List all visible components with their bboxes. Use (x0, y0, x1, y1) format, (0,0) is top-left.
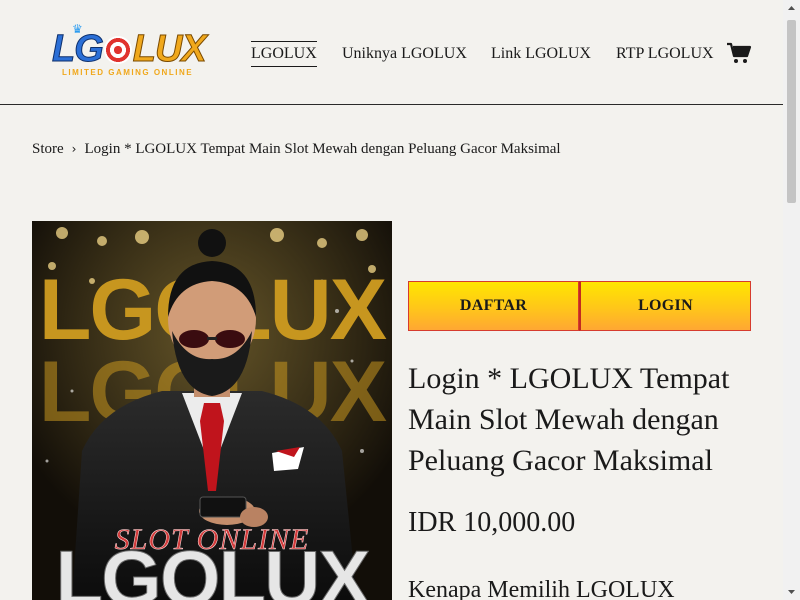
scroll-down-arrow-icon[interactable] (783, 583, 800, 600)
cart-icon[interactable] (726, 42, 752, 64)
product-title: Login * LGOLUX Tempat Main Slot Mewah de… (408, 362, 730, 477)
breadcrumb: Store › Login * LGOLUX Tempat Main Slot Me… (32, 140, 561, 158)
nav-item-lgolux[interactable]: LGOLUX (251, 41, 317, 67)
daftar-button[interactable]: DAFTAR (408, 281, 579, 331)
image-bottom-text: LGOLUX (55, 534, 371, 600)
target-icon (103, 36, 132, 64)
nav-item-uniknya[interactable]: Uniknya LGOLUX (342, 44, 467, 64)
page: ♛ LG LUX LIMITED GAMING ONLINE LGOLUX Uni… (0, 0, 800, 600)
login-button[interactable]: LOGIN (579, 281, 751, 331)
product-price: IDR 10,000.00 (408, 507, 576, 538)
scrollbar-thumb[interactable] (787, 20, 796, 203)
breadcrumb-store-link[interactable]: Store (32, 141, 64, 157)
nav-item-rtp[interactable]: RTP LGOLUX (616, 44, 714, 64)
breadcrumb-current: Login * LGOLUX Tempat Main Slot Mewah de… (84, 141, 561, 157)
site-logo[interactable]: ♛ LG LUX LIMITED GAMING ONLINE (50, 22, 210, 82)
site-header: ♛ LG LUX LIMITED GAMING ONLINE LGOLUX Uni… (0, 0, 783, 105)
logo-text-part2: LUX (132, 28, 207, 70)
vertical-scrollbar[interactable] (783, 0, 800, 600)
logo-wordmark: LG LUX (52, 28, 208, 70)
product-image[interactable]: LGOLUX LGOLUX (32, 221, 392, 600)
logo-tagline: LIMITED GAMING ONLINE (62, 68, 194, 77)
section-heading: Kenapa Memilih LGOLUX (408, 577, 675, 600)
scroll-up-arrow-icon[interactable] (783, 0, 800, 17)
nav-item-link[interactable]: Link LGOLUX (491, 44, 591, 64)
breadcrumb-separator: › (71, 142, 77, 156)
logo-text-part1: LG (52, 28, 105, 70)
